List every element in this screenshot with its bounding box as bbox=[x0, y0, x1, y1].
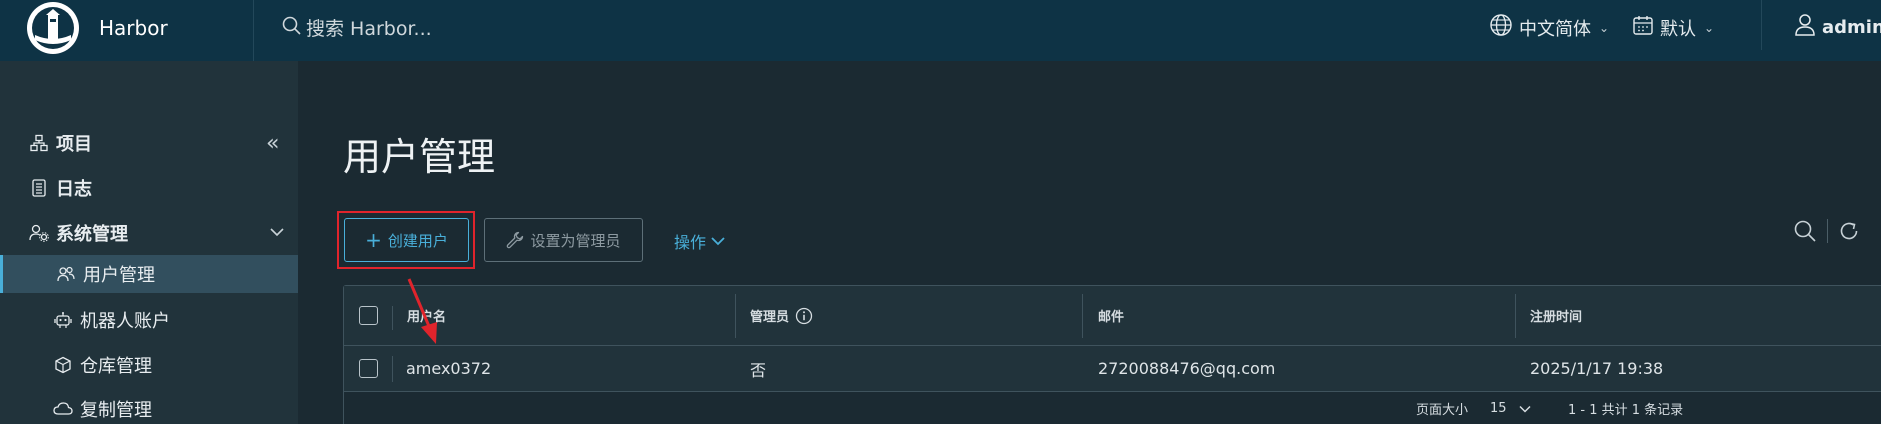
page-size-select[interactable]: 15 bbox=[1490, 392, 1531, 424]
username-label: admin bbox=[1822, 17, 1881, 38]
tool-divider bbox=[1827, 219, 1828, 243]
select-all-checkbox-cell bbox=[359, 286, 378, 345]
info-icon[interactable] bbox=[795, 307, 813, 325]
cell-username: amex0372 bbox=[406, 359, 492, 378]
chevron-down-icon bbox=[1519, 405, 1531, 413]
cell-email: 2720088476@qq.com bbox=[1098, 359, 1276, 378]
column-header-username[interactable]: 用户名 bbox=[407, 286, 446, 345]
globe-icon bbox=[1489, 13, 1513, 42]
table-footer: 页面大小 15 1 - 1 共计 1 条记录 bbox=[344, 392, 1881, 424]
sidebar-item-label: 日志 bbox=[56, 179, 92, 200]
sidebar-item-label: 项目 bbox=[56, 134, 92, 155]
sidebar: « 项目 日志 系统管理 用户管理 机器人账户 仓库管理 复制管理 bbox=[0, 61, 298, 424]
robot-icon bbox=[52, 311, 74, 329]
pagination-summary: 1 - 1 共计 1 条记录 bbox=[1568, 403, 1684, 418]
sidebar-item-label: 机器人账户 bbox=[80, 311, 170, 332]
chevron-down-icon[interactable] bbox=[270, 225, 284, 241]
select-all-checkbox[interactable] bbox=[359, 306, 378, 325]
column-header-email[interactable]: 邮件 bbox=[1098, 286, 1124, 345]
language-selector[interactable]: 中文简体 ⌄ bbox=[1489, 13, 1609, 42]
sidebar-item-projects[interactable]: 项目 bbox=[0, 121, 298, 165]
wrench-icon bbox=[506, 231, 524, 249]
global-search[interactable]: 搜索 Harbor... bbox=[282, 14, 432, 41]
search-icon[interactable] bbox=[1793, 219, 1817, 243]
admin-header-label: 管理员 bbox=[750, 310, 790, 325]
set-as-admin-button[interactable]: 设置为管理员 bbox=[484, 218, 643, 262]
header-divider bbox=[1761, 0, 1762, 50]
system-admin-icon bbox=[28, 224, 50, 242]
search-input[interactable]: 搜索 Harbor... bbox=[306, 14, 432, 41]
user-menu[interactable]: admin bbox=[1794, 13, 1881, 42]
column-header-registered[interactable]: 注册时间 bbox=[1530, 286, 1582, 345]
page-size-value: 15 bbox=[1490, 401, 1507, 416]
date-format-selector[interactable]: 默认 ⌄ bbox=[1632, 14, 1714, 41]
main-content: 用户管理 + 创建用户 设置为管理员 操作 用户名 管理员 邮件 注册时间 am… bbox=[298, 61, 1881, 424]
page-title: 用户管理 bbox=[343, 135, 496, 179]
plus-icon: + bbox=[365, 228, 382, 252]
cloud-icon bbox=[52, 401, 74, 417]
calendar-icon bbox=[1632, 14, 1654, 41]
actions-dropdown[interactable]: 操作 bbox=[674, 229, 725, 253]
column-header-admin[interactable]: 管理员 bbox=[750, 286, 813, 345]
sidebar-item-system-admin[interactable]: 系统管理 bbox=[0, 211, 298, 255]
sidebar-item-robot-accounts[interactable]: 机器人账户 bbox=[0, 298, 298, 342]
sidebar-item-user-management[interactable]: 用户管理 bbox=[0, 255, 298, 293]
table-row[interactable]: amex0372 否 2720088476@qq.com 2025/1/17 1… bbox=[344, 346, 1881, 392]
create-user-label: 创建用户 bbox=[387, 231, 448, 250]
brand-name: Harbor bbox=[99, 15, 168, 40]
users-table: 用户名 管理员 邮件 注册时间 amex0372 否 2720088476@qq… bbox=[343, 285, 1881, 424]
users-icon bbox=[55, 266, 77, 282]
language-label: 中文简体 bbox=[1519, 18, 1591, 40]
log-icon bbox=[28, 179, 50, 197]
top-header: Harbor 搜索 Harbor... 中文简体 ⌄ 默认 ⌄ admin bbox=[0, 0, 1881, 61]
table-header: 用户名 管理员 邮件 注册时间 bbox=[344, 286, 1881, 346]
search-icon bbox=[282, 16, 302, 40]
row-checkbox-cell bbox=[359, 346, 378, 391]
create-user-button[interactable]: + 创建用户 bbox=[344, 218, 469, 262]
cell-registered: 2025/1/17 19:38 bbox=[1530, 359, 1664, 378]
table-tools bbox=[1793, 219, 1860, 243]
date-format-label: 默认 bbox=[1660, 18, 1696, 40]
sidebar-item-label: 仓库管理 bbox=[80, 356, 152, 377]
project-icon bbox=[28, 134, 50, 152]
harbor-logo-icon bbox=[27, 1, 79, 54]
refresh-icon[interactable] bbox=[1838, 220, 1860, 242]
cell-admin: 否 bbox=[750, 360, 767, 380]
cube-icon bbox=[52, 356, 74, 374]
user-icon bbox=[1794, 13, 1816, 42]
chevron-down-icon: ⌄ bbox=[1599, 20, 1610, 35]
sidebar-item-label: 复制管理 bbox=[80, 400, 152, 421]
page-size-label: 页面大小 bbox=[1416, 403, 1469, 418]
brand[interactable]: Harbor bbox=[0, 0, 254, 61]
sidebar-item-replications[interactable]: 复制管理 bbox=[0, 387, 298, 424]
sidebar-item-label: 用户管理 bbox=[83, 265, 155, 286]
sidebar-item-registries[interactable]: 仓库管理 bbox=[0, 343, 298, 387]
sidebar-item-logs[interactable]: 日志 bbox=[0, 166, 298, 210]
chevron-down-icon bbox=[711, 236, 725, 246]
chevron-down-icon: ⌄ bbox=[1704, 20, 1715, 35]
set-as-admin-label: 设置为管理员 bbox=[530, 231, 621, 250]
row-checkbox[interactable] bbox=[359, 359, 378, 378]
actions-label: 操作 bbox=[674, 233, 707, 252]
sidebar-item-label: 系统管理 bbox=[56, 224, 128, 245]
